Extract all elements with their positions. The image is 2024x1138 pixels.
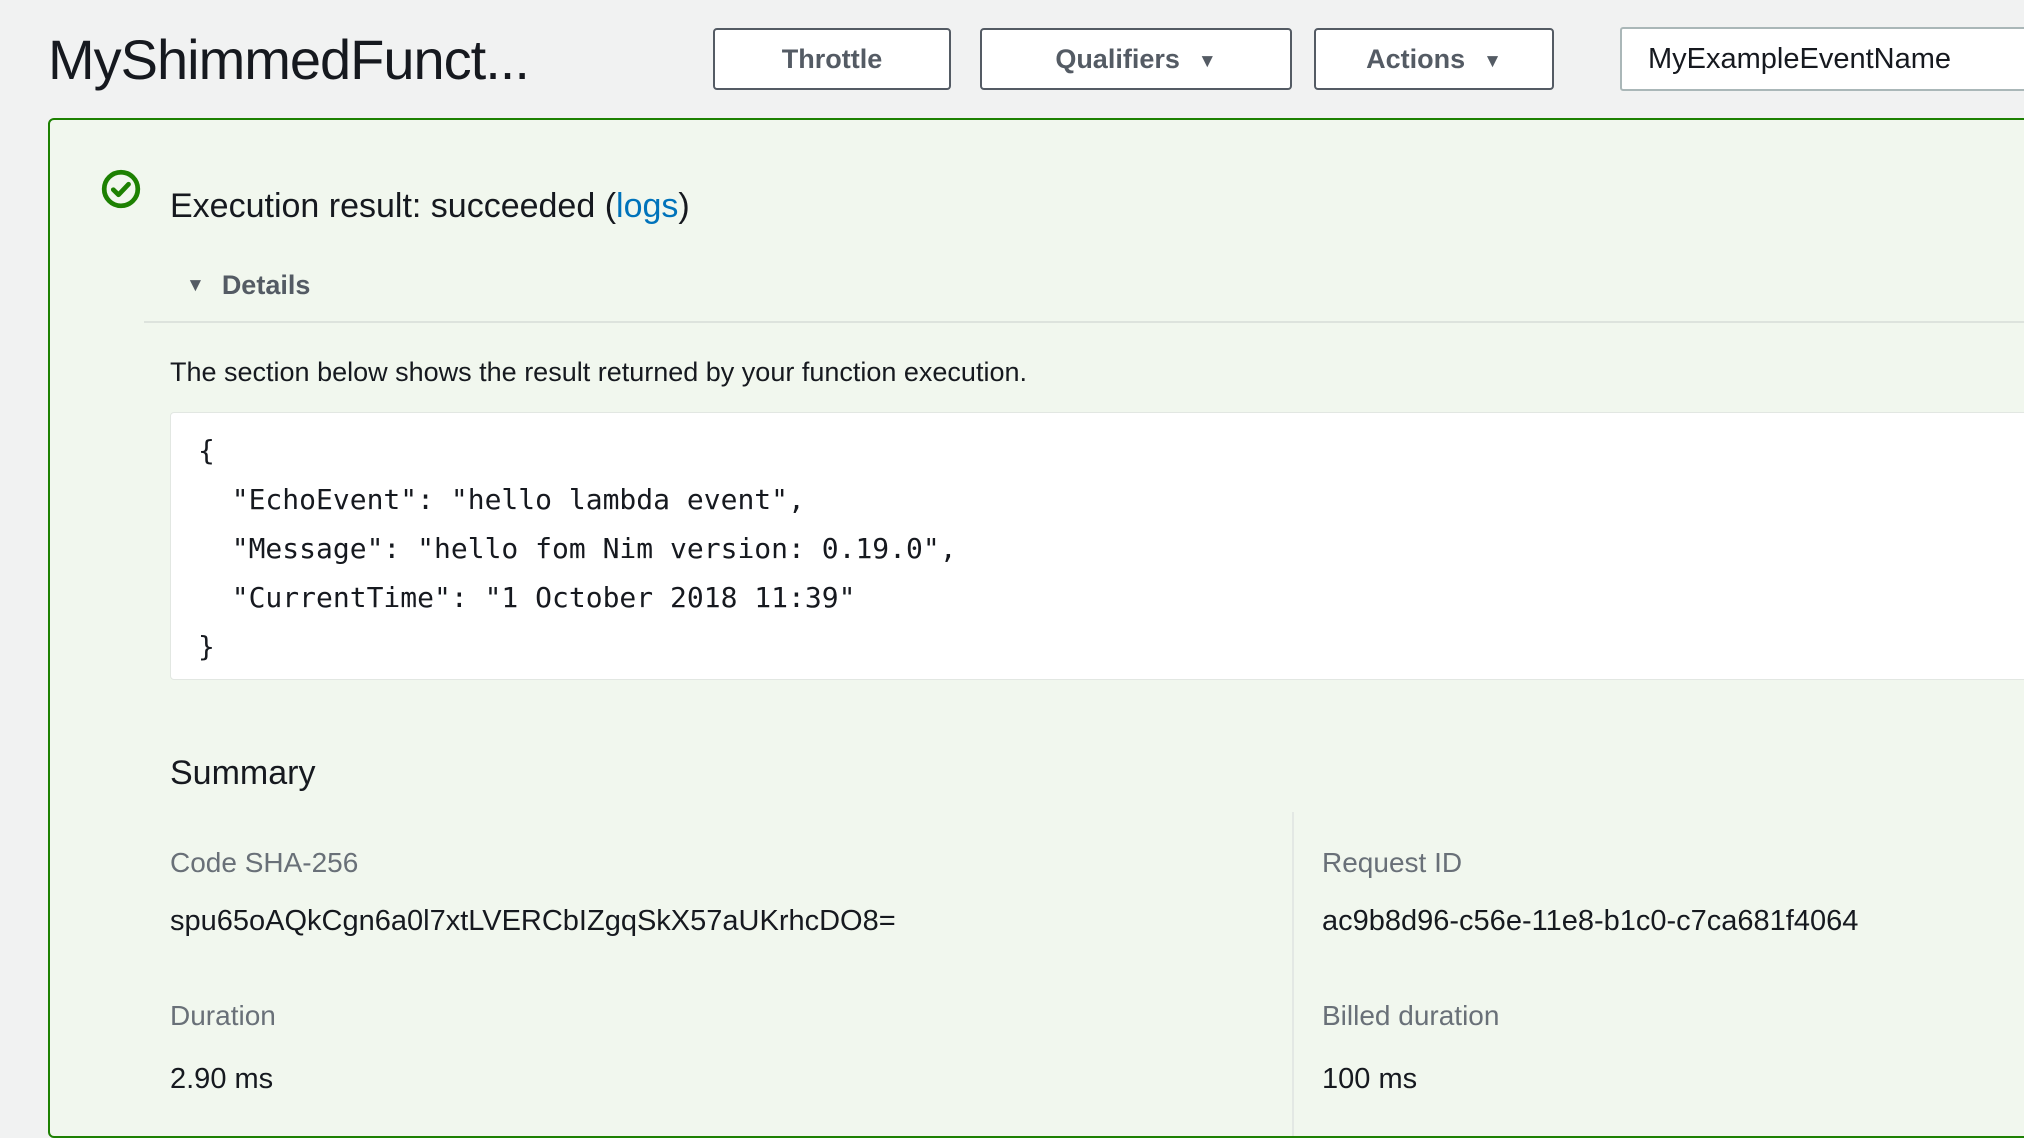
execution-result-status-suffix: ) [678,187,689,225]
result-json-box: { "EchoEvent": "hello lambda event", "Me… [170,412,2024,680]
qualifiers-button-label: Qualifiers [1055,44,1180,75]
summary-heading: Summary [170,750,315,796]
duration-label: Duration [170,997,276,1035]
code-sha256-value: spu65oAQkCgn6a0l7xtLVERCbIZgqSkX57aUKrhc… [170,902,896,940]
caret-down-icon: ▼ [186,276,205,295]
request-id-label: Request ID [1322,844,1462,882]
duration-value: 2.90 ms [170,1060,273,1098]
actions-button-label: Actions [1366,44,1465,75]
billed-duration-value: 100 ms [1322,1060,1417,1098]
code-sha256-label: Code SHA-256 [170,844,358,882]
throttle-button-label: Throttle [782,44,883,75]
execution-result-status-text: Execution result: succeeded ( [170,187,616,225]
result-description: The section below shows the result retur… [170,354,1027,390]
execution-result-panel: Execution result: succeeded (logs) ▼ Det… [48,118,2024,1138]
caret-down-icon: ▼ [1198,52,1217,71]
caret-down-icon: ▼ [1483,52,1502,71]
details-toggle-label: Details [222,267,311,303]
success-check-circle-icon [100,168,142,210]
logs-link[interactable]: logs [616,187,678,225]
billed-duration-label: Billed duration [1322,997,1499,1035]
details-toggle[interactable]: ▼ Details [186,267,310,303]
qualifiers-button[interactable]: Qualifiers ▼ [980,28,1292,90]
result-json-text: { "EchoEvent": "hello lambda event", "Me… [171,413,2024,671]
function-header: MyShimmedFunct... Throttle Qualifiers ▼ … [48,0,2024,118]
details-divider [144,321,2024,323]
page-title: MyShimmedFunct... [48,27,711,92]
test-event-select[interactable]: MyExampleEventName [1620,27,2024,91]
actions-button[interactable]: Actions ▼ [1314,28,1554,90]
request-id-value: ac9b8d96-c56e-11e8-b1c0-c7ca681f4064 [1322,902,1858,940]
throttle-button[interactable]: Throttle [713,28,951,90]
execution-result-title: Execution result: succeeded (logs) [170,184,690,228]
test-event-selected-value: MyExampleEventName [1648,43,1951,76]
summary-column-divider [1292,812,1294,1136]
